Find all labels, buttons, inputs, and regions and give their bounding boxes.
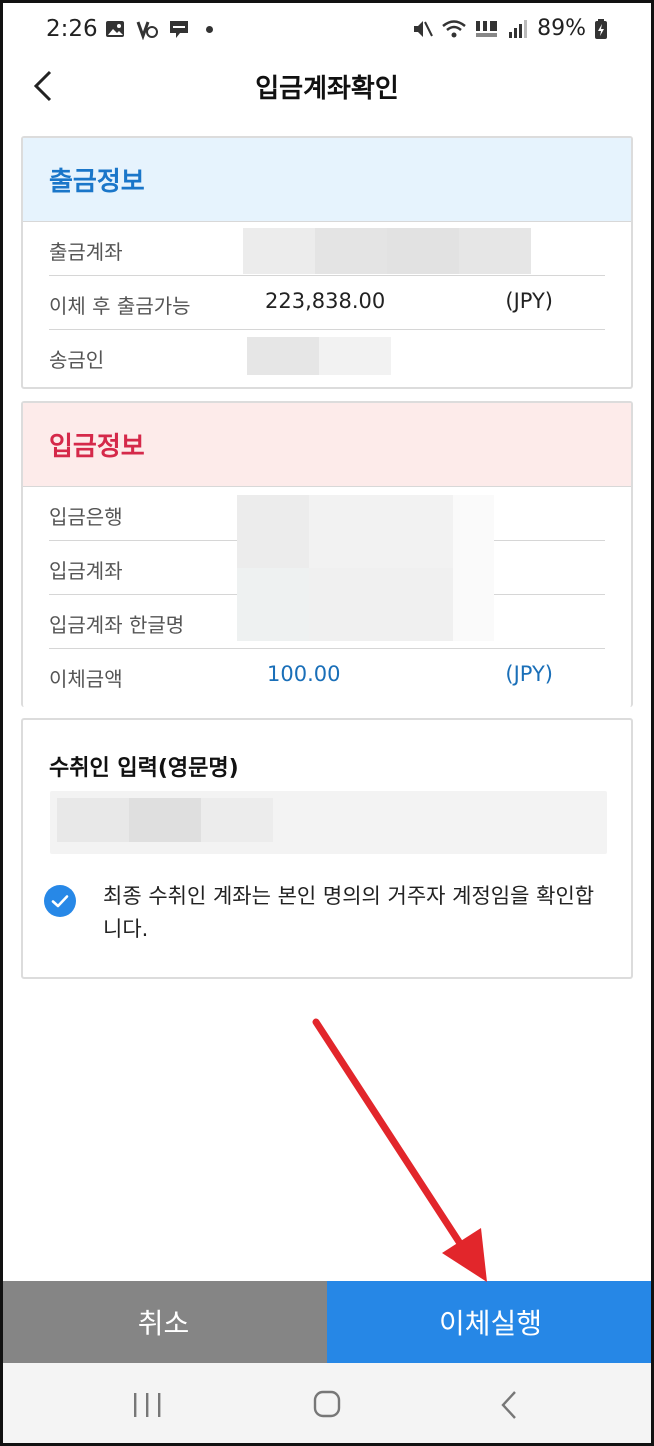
page-title: 입금계좌확인 (255, 74, 399, 104)
withdraw-account-label: 출금계좌 (49, 240, 123, 264)
recent-apps-icon[interactable] (127, 1387, 167, 1423)
redacted-withdraw-account (243, 228, 531, 274)
redacted-recipient-name (57, 798, 129, 842)
execute-transfer-button[interactable]: 이체실행 (327, 1281, 654, 1363)
battery-icon (595, 18, 607, 39)
deposit-account-label: 입금계좌 (49, 559, 123, 583)
withdraw-info-title: 출금정보 (23, 138, 631, 222)
withdraw-account-row: 출금계좌 (49, 222, 605, 276)
transfer-amount-currency: (JPY) (505, 662, 553, 686)
redacted-recipient-name-part (201, 798, 273, 842)
available-balance-label: 이체 후 출금가능 (49, 294, 191, 318)
wifi-icon (442, 19, 466, 37)
recipient-english-name-input[interactable] (50, 791, 607, 854)
status-time: 2:26 (46, 16, 98, 42)
available-balance-value: 223,838.00 (265, 289, 386, 313)
signal-icon (509, 19, 528, 38)
available-balance-row: 이체 후 출금가능 223,838.00 (JPY) (49, 276, 605, 330)
sender-row: 송금인 (49, 330, 605, 384)
battery-percent: 89% (537, 16, 586, 41)
transfer-amount-value: 100.00 (267, 662, 341, 686)
cancel-button[interactable]: 취소 (0, 1281, 327, 1363)
sender-label: 송금인 (49, 348, 105, 372)
back-nav-icon[interactable] (490, 1387, 530, 1423)
transfer-amount-label: 이체금액 (49, 667, 123, 691)
mute-icon (414, 20, 433, 37)
vpn-icon (136, 21, 158, 40)
notification-icons (104, 18, 213, 40)
transfer-amount-row: 이체금액 100.00 (JPY) (49, 649, 605, 703)
app-header: 입금계좌확인 (0, 62, 654, 128)
withdraw-info-card: 출금정보 출금계좌 이체 후 출금가능 223,838.00 (JPY) 송금인 (21, 136, 633, 389)
confirm-checkbox[interactable] (44, 885, 76, 917)
home-icon[interactable] (307, 1387, 347, 1423)
status-bar: 2:26 89% (0, 0, 654, 62)
redacted-recipient-name-part (129, 798, 201, 842)
hd-voice-icon (476, 20, 498, 37)
redacted-sender-name (247, 337, 391, 375)
recipient-input-title: 수취인 입력(영문명) (49, 756, 239, 781)
deposit-info-title: 입금정보 (23, 403, 631, 487)
available-balance-currency: (JPY) (505, 289, 553, 313)
redacted-deposit-details (237, 495, 494, 641)
system-nav-bar (0, 1363, 654, 1446)
system-status-icons: 89% (411, 16, 608, 41)
checkmark-icon (51, 895, 69, 908)
confirm-statement: 최종 수취인 계좌는 본인 명의의 거주자 계정임을 확인합니다. (103, 884, 595, 941)
deposit-account-name-label: 입금계좌 한글명 (49, 613, 185, 637)
gallery-icon (106, 21, 124, 37)
deposit-info-card: 입금정보 입금은행 입금계좌 입금계좌 한글명 이체금액 100.00 (JPY… (21, 401, 633, 707)
deposit-bank-label: 입금은행 (49, 505, 123, 529)
recipient-input-card: 수취인 입력(영문명) 최종 수취인 계좌는 본인 명의의 거주자 계정임을 확… (21, 718, 633, 979)
more-notifications-dot (206, 25, 213, 33)
blog-icon (170, 21, 188, 38)
